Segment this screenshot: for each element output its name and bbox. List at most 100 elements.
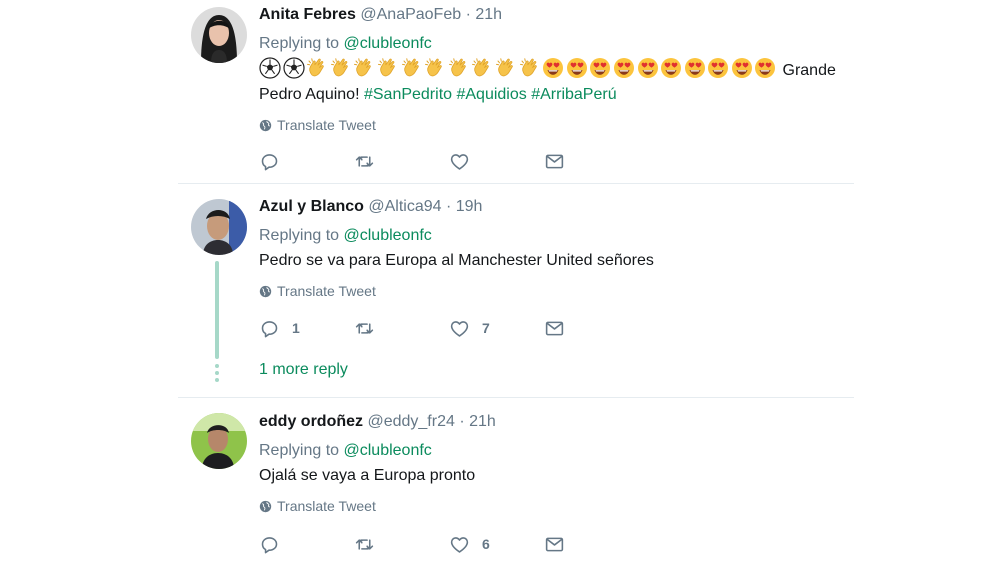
reply-count: 1	[292, 320, 300, 336]
hashtag-link[interactable]: #SanPedrito	[364, 86, 452, 103]
clap-emoji	[495, 57, 517, 79]
thread-dot	[215, 364, 219, 368]
replies-feed: Anita Febres @AnaPaoFeb · 21h Replying t…	[178, 0, 854, 562]
clap-emoji	[353, 57, 375, 79]
thread-dot	[215, 371, 219, 375]
retweet-icon	[354, 534, 375, 555]
clap-emoji	[519, 57, 541, 79]
thread-dot	[215, 378, 219, 382]
direct-message-button[interactable]	[544, 317, 565, 339]
clap-emoji	[424, 57, 446, 79]
heart-icon	[449, 318, 470, 339]
heart-eyes-emoji	[684, 57, 706, 79]
clap-emoji	[471, 57, 493, 79]
translate-label: Translate Tweet	[277, 117, 376, 133]
reply-button[interactable]: 1	[259, 317, 300, 339]
user-handle[interactable]: @AnaPaoFeb	[360, 6, 461, 23]
heart-eyes-emoji	[707, 57, 729, 79]
globe-icon	[259, 285, 272, 298]
heart-eyes-emoji	[542, 57, 564, 79]
user-fullname[interactable]: eddy ordoñez	[259, 413, 363, 430]
like-count: 7	[482, 320, 490, 336]
heart-eyes-emoji	[637, 57, 659, 79]
user-handle[interactable]: @Altica94	[368, 198, 441, 215]
replying-to: Replying to @clubleonfc	[259, 441, 844, 461]
reply-icon	[259, 534, 280, 555]
hashtag-link[interactable]: #Aquidios	[456, 86, 526, 103]
reply-icon	[259, 318, 280, 339]
reply-icon	[259, 151, 280, 172]
heart-eyes-emoji	[754, 57, 776, 79]
mention-link[interactable]: @clubleonfc	[344, 35, 432, 52]
tweet-header: eddy ordoñez @eddy_fr24 · 21h	[259, 412, 844, 432]
tweet-1[interactable]: Anita Febres @AnaPaoFeb · 21h Replying t…	[178, 0, 854, 183]
clap-emoji	[330, 57, 352, 79]
tweet-header: Azul y Blanco @Altica94 · 19h	[259, 197, 844, 217]
translate-tweet-button[interactable]: Translate Tweet	[259, 497, 844, 515]
retweet-icon	[354, 318, 375, 339]
clap-emoji	[448, 57, 470, 79]
direct-message-button[interactable]	[544, 533, 565, 555]
globe-icon	[259, 119, 272, 132]
retweet-button[interactable]	[354, 317, 375, 339]
heart-eyes-emoji	[613, 57, 635, 79]
envelope-icon	[544, 151, 565, 172]
mention-link[interactable]: @clubleonfc	[344, 227, 432, 244]
reply-button[interactable]	[259, 533, 292, 555]
clap-emoji	[401, 57, 423, 79]
timestamp[interactable]: · 21h	[459, 413, 495, 430]
tweet-3[interactable]: eddy ordoñez @eddy_fr24 · 21h Replying t…	[178, 398, 854, 562]
more-replies-link[interactable]: 1 more reply	[259, 361, 348, 379]
replying-label: Replying to	[259, 442, 344, 459]
retweet-button[interactable]	[354, 533, 375, 555]
replying-to: Replying to @clubleonfc	[259, 34, 844, 54]
tweet-divider	[178, 397, 854, 398]
heart-eyes-emoji	[731, 57, 753, 79]
hashtag-link[interactable]: #ArribaPerú	[531, 86, 616, 103]
heart-icon	[449, 534, 470, 555]
replying-to: Replying to @clubleonfc	[259, 226, 844, 246]
user-handle[interactable]: @eddy_fr24	[367, 413, 454, 430]
thread-connector	[215, 261, 219, 359]
reply-button[interactable]	[259, 150, 292, 172]
clap-emoji	[377, 57, 399, 79]
like-button[interactable]: 7	[449, 317, 490, 339]
avatar[interactable]	[191, 413, 247, 469]
tweet-text: Pedro se va para Europa al Manchester Un…	[259, 252, 654, 269]
emoji-row	[259, 62, 778, 79]
tweet-text: Grande Pedro Aquino! #SanPedrito #Aquidi…	[259, 57, 844, 107]
translate-tweet-button[interactable]: Translate Tweet	[259, 282, 844, 300]
like-count: 6	[482, 536, 490, 552]
tweet-divider	[178, 183, 854, 184]
avatar[interactable]	[191, 7, 247, 63]
heart-eyes-emoji	[589, 57, 611, 79]
tweet-text: Ojalá se vaya a Europa pronto	[259, 467, 476, 484]
heart-eyes-emoji	[566, 57, 588, 79]
mention-link[interactable]: @clubleonfc	[344, 442, 432, 459]
tweet-header: Anita Febres @AnaPaoFeb · 21h	[259, 5, 844, 25]
retweet-icon	[354, 151, 375, 172]
heart-icon	[449, 151, 470, 172]
timestamp[interactable]: · 21h	[466, 6, 502, 23]
heart-eyes-emoji	[660, 57, 682, 79]
translate-tweet-button[interactable]: Translate Tweet	[259, 116, 844, 134]
timestamp[interactable]: · 19h	[446, 198, 482, 215]
user-fullname[interactable]: Azul y Blanco	[259, 198, 364, 215]
like-button[interactable]	[449, 150, 482, 172]
tweet-2[interactable]: Azul y Blanco @Altica94 · 19h Replying t…	[178, 184, 854, 397]
direct-message-button[interactable]	[544, 150, 565, 172]
translate-label: Translate Tweet	[277, 498, 376, 514]
avatar[interactable]	[191, 199, 247, 255]
soccer-ball-emoji	[283, 57, 305, 79]
like-button[interactable]: 6	[449, 533, 490, 555]
globe-icon	[259, 500, 272, 513]
envelope-icon	[544, 318, 565, 339]
replying-label: Replying to	[259, 227, 344, 244]
soccer-ball-emoji	[259, 57, 281, 79]
clap-emoji	[306, 57, 328, 79]
translate-label: Translate Tweet	[277, 283, 376, 299]
retweet-button[interactable]	[354, 150, 375, 172]
user-fullname[interactable]: Anita Febres	[259, 6, 356, 23]
replying-label: Replying to	[259, 35, 344, 52]
envelope-icon	[544, 534, 565, 555]
